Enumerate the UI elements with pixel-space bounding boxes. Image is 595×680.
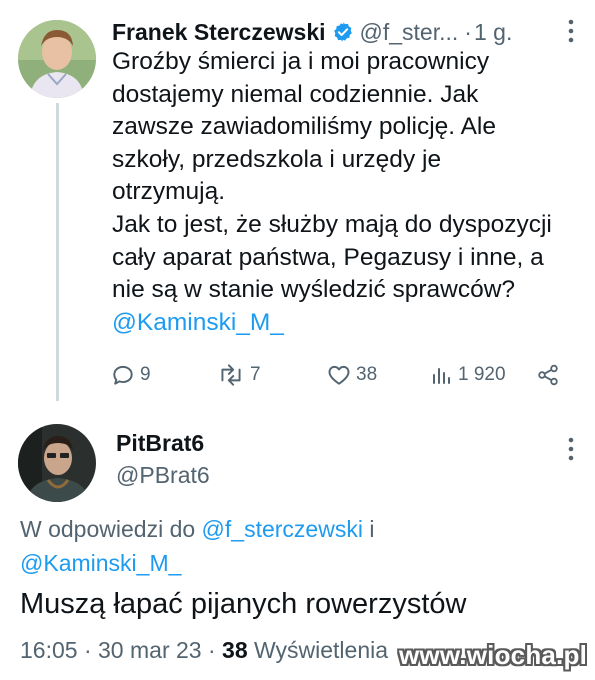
tweet1-action-bar: 9 7 38 1 920 [110, 362, 570, 392]
retweet-button[interactable]: 7 [216, 362, 261, 388]
reply-context: W odpowiedzi do @f_sterczewski i [20, 516, 374, 543]
reply-to-link-2[interactable]: @Kaminski_M_ [20, 550, 181, 576]
views-button[interactable]: 1 920 [430, 362, 506, 388]
comment-icon [113, 365, 133, 385]
meta-separator: · [83, 637, 92, 663]
reply-context-line2: @Kaminski_M_ [20, 550, 181, 577]
retweet-count: 7 [250, 364, 261, 385]
share-button[interactable] [536, 362, 564, 388]
avatar-pitbrat6[interactable] [18, 424, 96, 502]
tweet2-date[interactable]: 30 mar 23 [98, 637, 202, 663]
tweet2-views-count: 38 [222, 637, 248, 663]
tweet1-handle[interactable]: @f_ster... [360, 19, 459, 46]
more-vertical-icon[interactable] [567, 18, 575, 44]
tweet2-text: Muszą łapać pijanych rowerzystów [20, 588, 467, 620]
thread-connector-line [56, 103, 59, 401]
avatar-image [18, 424, 96, 502]
analytics-icon [433, 368, 450, 384]
share-icon [538, 364, 558, 386]
avatar-image [18, 20, 96, 98]
tweet1-mention-link[interactable]: @Kaminski_M_ [112, 309, 284, 336]
reply-and: i [369, 516, 375, 542]
reply-to-link-1[interactable]: @f_sterczewski [202, 516, 363, 542]
like-button[interactable]: 38 [326, 362, 377, 388]
tweet1-timestamp[interactable]: 1 g. [474, 19, 512, 46]
views-count: 1 920 [458, 364, 506, 385]
tweet1-text: Groźby śmierci ja i moi pracownicy dosta… [112, 48, 552, 304]
tweet2-handle[interactable]: @PBrat6 [116, 462, 210, 489]
tweet2-meta: 16:05 · 30 mar 23 · 38 Wyświetlenia [20, 637, 388, 664]
like-count: 38 [356, 364, 378, 385]
reply-button[interactable]: 9 [110, 362, 151, 388]
tweet1-text-block: Groźby śmierci ja i moi pracownicy dosta… [112, 46, 582, 339]
reply-count: 9 [140, 364, 151, 385]
tweet2-author-name[interactable]: PitBrat6 [116, 430, 204, 457]
tweet1-separator: · [464, 18, 472, 45]
avatar-franek[interactable] [18, 20, 96, 98]
verified-badge-icon [333, 22, 352, 42]
tweet2-time[interactable]: 16:05 [20, 637, 78, 663]
more-vertical-icon[interactable] [567, 436, 575, 462]
heart-icon [328, 365, 350, 385]
tweet2-views-label: Wyświetlenia [254, 637, 389, 663]
reply-prefix: W odpowiedzi do [20, 516, 196, 542]
meta-separator: · [207, 637, 216, 663]
tweet1-header: Franek Sterczewski @f_ster... · 1 g. [112, 14, 581, 50]
tweet1-author-name[interactable]: Franek Sterczewski [112, 19, 326, 46]
watermark: www.wiocha.pl [399, 640, 587, 670]
retweet-icon [221, 364, 241, 386]
